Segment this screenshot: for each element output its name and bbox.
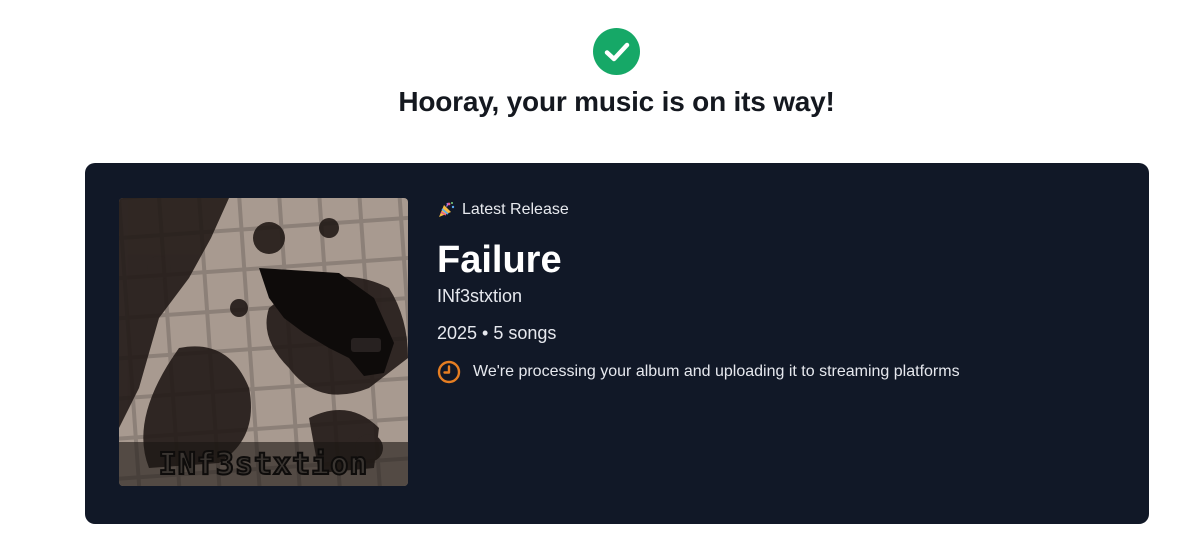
check-circle-icon bbox=[593, 28, 640, 75]
latest-release-badge: Latest Release bbox=[437, 199, 1117, 221]
album-cover[interactable]: INf3stxtion bbox=[119, 198, 408, 486]
release-confirmation-page: Hooray, your music is on its way! INf3st… bbox=[0, 0, 1199, 541]
cover-artwork bbox=[119, 198, 408, 486]
party-popper-icon bbox=[437, 201, 455, 219]
release-title: Failure bbox=[437, 239, 562, 281]
release-meta: 2025 • 5 songs bbox=[437, 323, 557, 343]
artist-name[interactable]: INf3stxtion bbox=[437, 285, 1117, 307]
release-info: Latest Release Failure INf3stxtion 2025 … bbox=[437, 199, 1117, 384]
latest-release-label: Latest Release bbox=[462, 201, 569, 218]
processing-status: We're processing your album and uploadin… bbox=[437, 360, 1117, 384]
success-heading: Hooray, your music is on its way! bbox=[398, 86, 835, 117]
clock-icon bbox=[437, 360, 461, 384]
cover-artist-text: INf3stxtion bbox=[158, 446, 369, 483]
release-card: INf3stxtion Latest Release Failure INf3s… bbox=[85, 163, 1149, 524]
processing-status-text: We're processing your album and uploadin… bbox=[473, 363, 960, 380]
